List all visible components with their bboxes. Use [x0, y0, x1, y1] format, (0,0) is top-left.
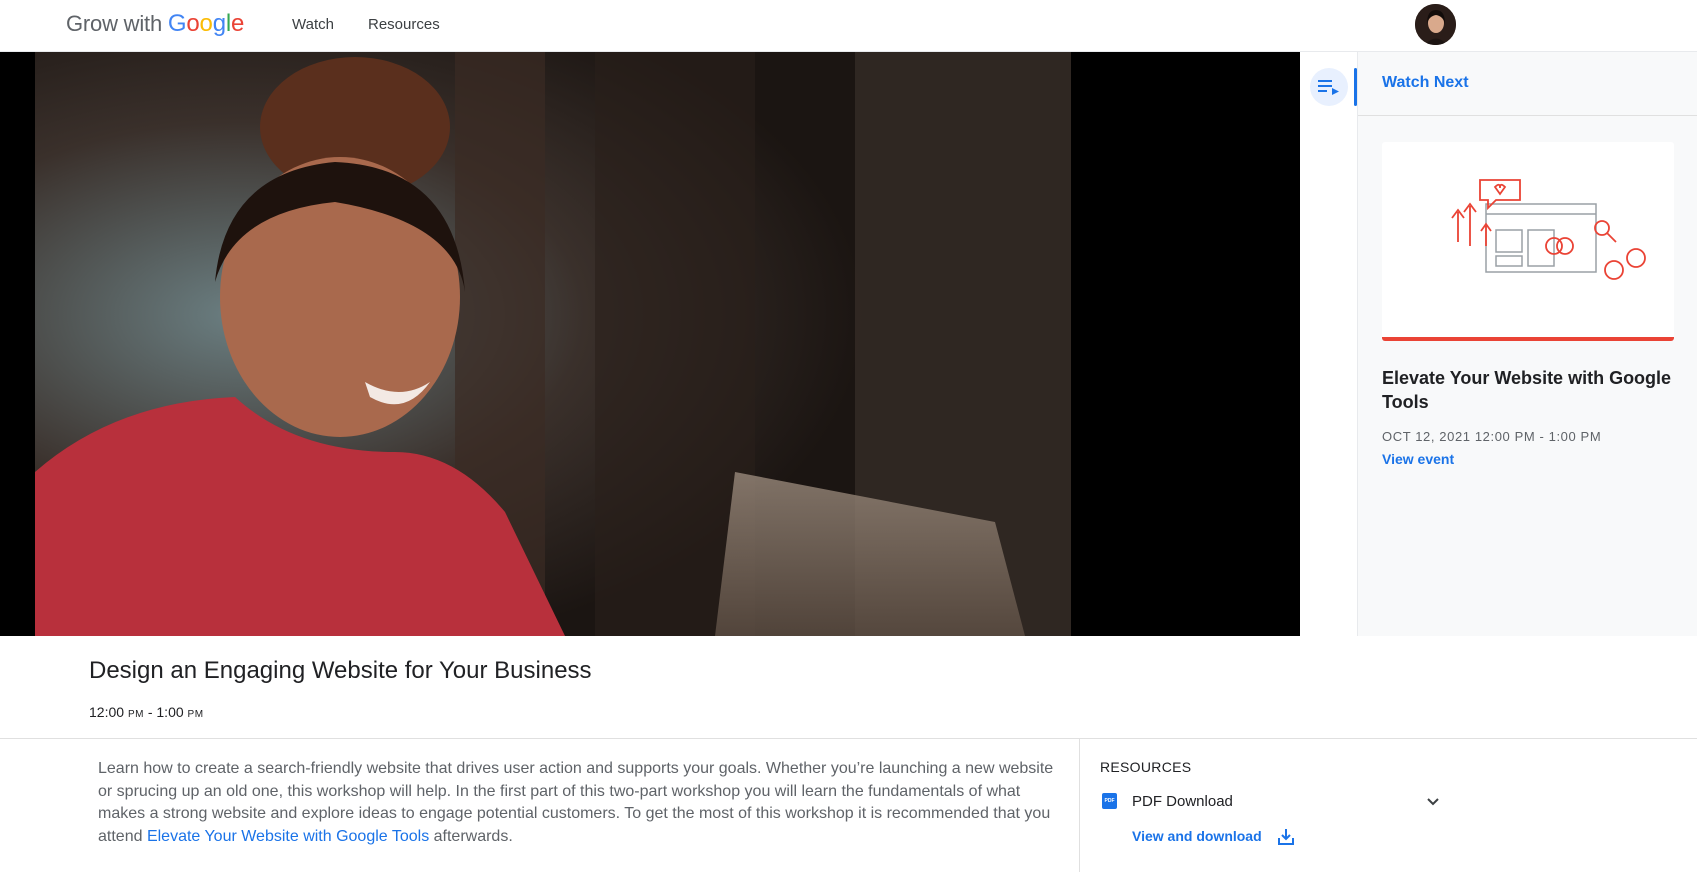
website-tools-illustration-icon	[1451, 179, 1646, 280]
video-player[interactable]	[0, 52, 1300, 636]
page-title: Design an Engaging Website for Your Busi…	[89, 657, 592, 684]
next-event-title[interactable]: Elevate Your Website with Google Tools	[1382, 366, 1682, 414]
time-start-ampm: PM	[127, 709, 144, 720]
playlist-icon[interactable]	[1310, 68, 1348, 106]
time-separator: -	[143, 704, 157, 720]
side-rail	[1300, 52, 1358, 636]
next-event-thumbnail[interactable]	[1382, 142, 1674, 341]
nav-resources[interactable]: Resources	[368, 16, 440, 33]
watch-next-title: Watch Next	[1382, 74, 1469, 91]
top-header: Grow with Google Watch Resources	[0, 0, 1697, 52]
event-description: Learn how to create a search-friendly we…	[98, 758, 1058, 848]
time-end-ampm: PM	[187, 709, 204, 720]
column-divider	[1079, 738, 1080, 872]
panel-header: Watch Next	[1358, 52, 1697, 116]
pdf-file-icon: PDF	[1102, 793, 1117, 809]
time-start: 12:00	[89, 704, 125, 720]
active-indicator	[1354, 68, 1357, 106]
logo-prefix: Grow with	[66, 11, 162, 36]
download-icon[interactable]	[1276, 827, 1296, 847]
pdf-download-label[interactable]: PDF Download	[1132, 793, 1233, 810]
watch-next-panel: Watch Next Elevate Your Website with Goo…	[1358, 52, 1697, 636]
next-event-date: OCT 12, 2021 12:00 PM - 1:00 PM	[1382, 429, 1602, 444]
video-still-image	[35, 52, 1071, 636]
time-end: 1:00	[156, 704, 184, 720]
description-tail: afterwards.	[429, 827, 513, 845]
description-link[interactable]: Elevate Your Website with Google Tools	[147, 828, 429, 845]
chevron-down-icon[interactable]	[1424, 792, 1442, 810]
resources-heading: RESOURCES	[1100, 759, 1192, 775]
grow-with-google-logo[interactable]: Grow with Google	[66, 10, 244, 38]
view-download-link[interactable]: View and download	[1132, 828, 1262, 844]
nav-watch[interactable]: Watch	[292, 16, 334, 33]
event-time: 12:00 PM - 1:00 PM	[89, 704, 204, 720]
view-event-link[interactable]: View event	[1382, 451, 1454, 467]
section-divider	[0, 738, 1697, 739]
logo-word: Google	[167, 10, 245, 37]
user-avatar[interactable]	[1415, 4, 1456, 45]
